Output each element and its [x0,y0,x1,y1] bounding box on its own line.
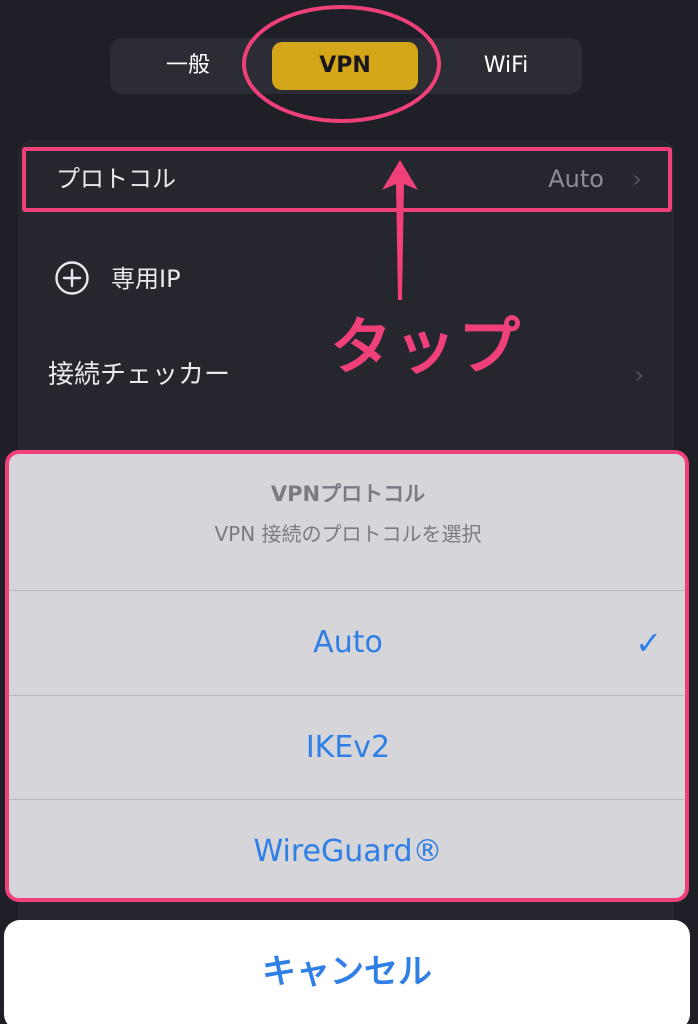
chevron-right-icon: › [632,165,642,193]
option-ikev2-label: IKEv2 [305,730,391,765]
action-sheet-subtitle: VPN 接続のプロトコルを選択 [214,522,482,546]
option-auto[interactable]: Auto ✓ [8,591,688,695]
connection-checker-label: 接続チェッカー [48,360,231,390]
action-sheet-title: VPNプロトコル [270,482,426,506]
option-auto-label: Auto [313,625,383,660]
protocol-value: Auto [548,165,604,193]
option-ikev2[interactable]: IKEv2 [8,696,688,800]
screen: 一般 VPN WiFi プロトコル Auto › 専用IP 接続チェッカー › … [0,0,698,1024]
action-sheet-header: VPNプロトコル VPN 接続のプロトコルを選択 [8,452,688,590]
tab-general[interactable]: 一般 [110,38,266,94]
tap-annotation-text: タップ [330,310,523,383]
tab-vpn[interactable]: VPN [272,42,418,90]
dedicated-ip-label: 専用IP [111,265,181,293]
option-wireguard[interactable]: WireGuard® [8,800,688,900]
chevron-right-icon: › [634,361,644,389]
protocol-action-sheet: VPNプロトコル VPN 接続のプロトコルを選択 Auto ✓ IKEv2 Wi… [8,452,688,900]
protocol-row[interactable]: プロトコル Auto › [24,149,670,209]
tab-wifi[interactable]: WiFi [428,38,584,94]
checkmark-icon: ✓ [635,624,662,662]
protocol-label: プロトコル [56,165,176,193]
cancel-button[interactable]: キャンセル [4,920,690,1024]
option-wireguard-label: WireGuard® [253,834,443,869]
plus-circle-icon [55,261,89,295]
segmented-tabs: 一般 VPN WiFi [110,38,582,94]
